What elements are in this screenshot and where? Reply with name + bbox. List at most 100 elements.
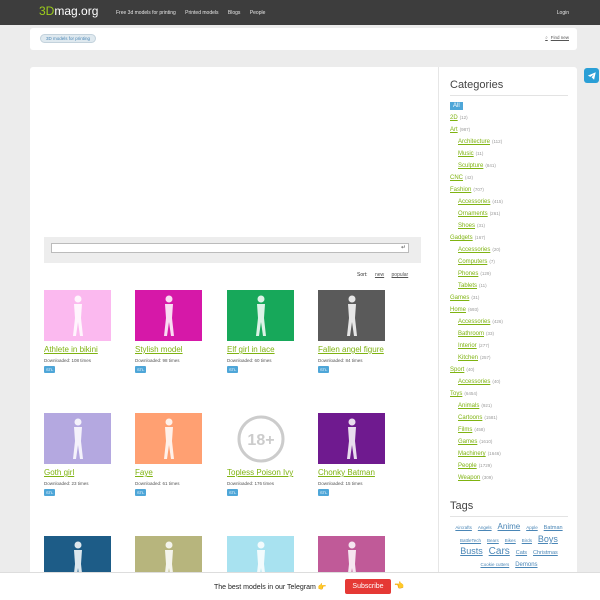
nav-people[interactable]: People: [250, 10, 266, 16]
model-title[interactable]: Fallen angel figure: [318, 345, 398, 355]
category-link[interactable]: Accessories: [458, 379, 490, 385]
category-link[interactable]: Fashion: [450, 187, 471, 193]
model-title[interactable]: Elf girl in lace: [227, 345, 307, 355]
logo-prefix: 3D: [39, 4, 55, 18]
category-count: (458): [474, 427, 485, 432]
category-count: (33): [486, 331, 495, 336]
model-title[interactable]: Athlete in bikini: [44, 345, 124, 355]
category-link[interactable]: Ornaments: [458, 211, 488, 217]
logo-rest: mag.org: [54, 4, 99, 18]
tag-link[interactable]: Boys: [538, 534, 558, 544]
category-item: Fashion (707): [450, 184, 568, 196]
site-logo[interactable]: 3Dmag.org: [39, 4, 98, 18]
category-link[interactable]: Films: [458, 427, 472, 433]
model-thumbnail[interactable]: [318, 413, 385, 464]
category-link[interactable]: Weapon: [458, 475, 480, 481]
category-link[interactable]: Accessories: [458, 199, 490, 205]
nav-blogs[interactable]: Blogs: [228, 10, 241, 16]
tag-link[interactable]: BattleTech: [460, 538, 481, 543]
login-link[interactable]: Login: [557, 10, 569, 16]
tag-link[interactable]: Apple: [526, 525, 538, 530]
adult-content-thumbnail[interactable]: 18+: [227, 413, 294, 464]
tag-link[interactable]: Aircrafts: [455, 525, 472, 530]
tag-link[interactable]: Bears: [487, 538, 499, 543]
figure-icon: [163, 418, 174, 459]
stl-badge: STL: [44, 489, 56, 496]
category-link[interactable]: Tablets: [458, 283, 477, 289]
nav-free-models[interactable]: Free 3d models for printing: [116, 10, 176, 16]
model-title[interactable]: Stylish model: [135, 345, 215, 355]
category-link[interactable]: Machinery: [458, 451, 486, 457]
category-link[interactable]: Home: [450, 307, 466, 313]
category-link[interactable]: Toys: [450, 391, 462, 397]
category-count: (6454): [464, 391, 478, 396]
tag-link[interactable]: Anime: [498, 522, 521, 531]
category-link[interactable]: Computers: [458, 259, 487, 265]
category-link[interactable]: Bathroom: [458, 331, 484, 337]
tag-link[interactable]: Birds: [522, 538, 532, 543]
category-link[interactable]: Cartoons: [458, 415, 482, 421]
category-link[interactable]: Interior: [458, 343, 477, 349]
category-item: Bathroom (33): [450, 328, 568, 340]
model-title[interactable]: Topless Poison Ivy: [227, 468, 307, 478]
stl-badge: STL: [227, 489, 239, 496]
subscribe-button[interactable]: Subscribe: [345, 579, 391, 594]
model-title[interactable]: Faye: [135, 468, 215, 478]
model-title[interactable]: Chonky Batman: [318, 468, 398, 478]
telegram-button[interactable]: [584, 68, 599, 83]
tag-link[interactable]: Busts: [460, 546, 483, 556]
category-link[interactable]: People: [458, 463, 477, 469]
tag-link[interactable]: Angels: [478, 525, 492, 530]
category-link[interactable]: Accessories: [458, 319, 490, 325]
content-panel: ↵ Sort: new popular Athlete in bikini Dow…: [30, 67, 577, 600]
search-input[interactable]: [51, 243, 409, 253]
tag-link[interactable]: Batman: [544, 525, 563, 531]
tag-link[interactable]: Demons: [515, 562, 537, 568]
category-link[interactable]: Sculpture: [458, 163, 483, 169]
category-list: All 2D (12) Art (987) Architecture (112) Music(…: [450, 100, 568, 484]
sort-new[interactable]: new: [375, 272, 384, 278]
category-item: People (1729): [450, 460, 568, 472]
category-item: Gadgets (167): [450, 232, 568, 244]
model-thumbnail[interactable]: [227, 290, 294, 341]
breadcrumb-item[interactable]: 3D models for printing: [40, 34, 97, 43]
category-link[interactable]: All: [450, 102, 463, 110]
category-link[interactable]: Art: [450, 127, 458, 133]
pointing-hand-icon: 👈: [394, 581, 404, 590]
find-new-link[interactable]: ⌕ Find new: [545, 35, 569, 40]
model-thumbnail[interactable]: [44, 290, 111, 341]
model-thumbnail[interactable]: [135, 413, 202, 464]
category-link[interactable]: CNC: [450, 175, 463, 181]
category-link[interactable]: Kitchen: [458, 355, 478, 361]
category-count: (12): [459, 115, 468, 120]
tag-link[interactable]: Cookie cutters: [480, 562, 509, 567]
category-link[interactable]: Sport: [450, 367, 464, 373]
model-thumbnail[interactable]: [44, 413, 111, 464]
nav-printed-models[interactable]: Printed models: [185, 10, 218, 16]
category-link[interactable]: Shoes: [458, 223, 475, 229]
category-link[interactable]: Architecture: [458, 139, 490, 145]
category-link[interactable]: Games: [450, 295, 469, 301]
model-thumbnail[interactable]: [135, 290, 202, 341]
category-item: Accessories (415): [450, 196, 568, 208]
category-link[interactable]: Animals: [458, 403, 479, 409]
sort-popular[interactable]: popular: [392, 272, 409, 278]
model-card: Elf girl in lace Downloaded: 60 times STL: [227, 290, 307, 373]
model-thumbnail[interactable]: [318, 290, 385, 341]
category-count: (277): [478, 343, 490, 348]
category-link[interactable]: Phones: [458, 271, 478, 277]
category-count: (112): [492, 139, 503, 144]
category-link[interactable]: Music: [458, 151, 474, 157]
category-item: Sculpture (841): [450, 160, 568, 172]
tag-link[interactable]: Cats: [516, 550, 527, 556]
tag-link[interactable]: Bikes: [505, 538, 516, 543]
category-link[interactable]: Accessories: [458, 247, 490, 253]
divider-line: [450, 95, 568, 96]
category-link[interactable]: Gadgets: [450, 235, 473, 241]
category-link[interactable]: Games: [458, 439, 477, 445]
category-link[interactable]: 2D: [450, 115, 458, 121]
tag-link[interactable]: Cars: [489, 546, 510, 557]
model-title[interactable]: Goth girl: [44, 468, 124, 478]
tag-link[interactable]: Christmas: [533, 550, 558, 556]
enter-icon[interactable]: ↵: [401, 244, 419, 251]
